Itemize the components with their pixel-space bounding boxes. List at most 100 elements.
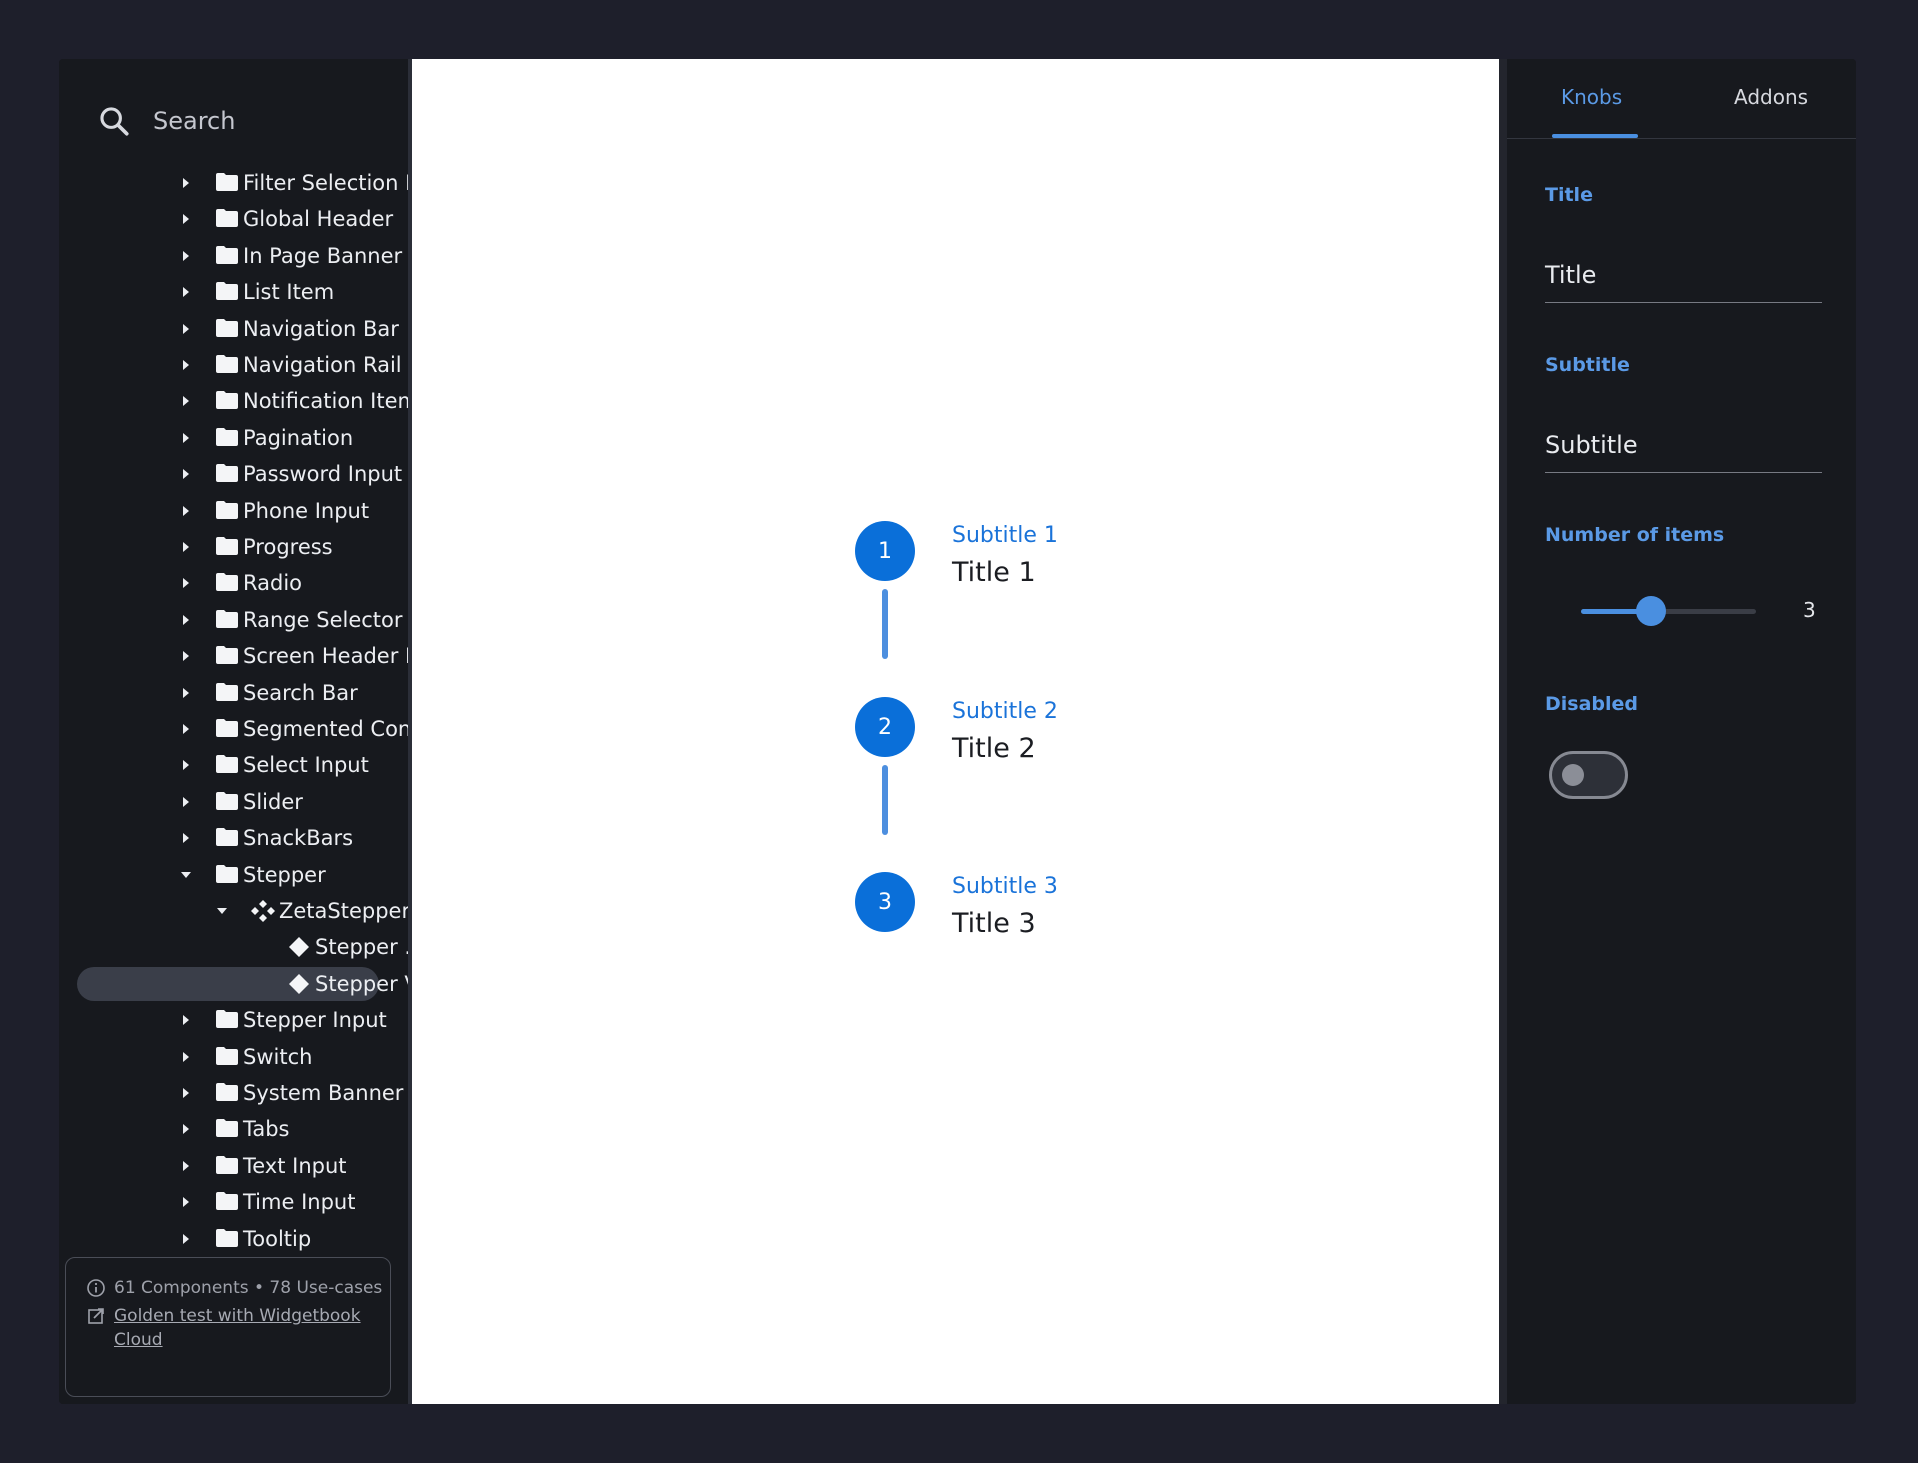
use-case-icon xyxy=(287,973,311,1000)
tree-item[interactable]: Navigation Rail xyxy=(59,347,408,383)
caret-right-icon[interactable] xyxy=(179,613,193,627)
caret-right-icon[interactable] xyxy=(179,795,193,809)
subtitle-knob-label: Subtitle xyxy=(1545,354,1630,376)
tree-item-label: Stepper xyxy=(243,862,326,887)
stepper-step: 3 Subtitle 3 Title 3 xyxy=(855,872,1155,939)
tree-item[interactable]: Search Bar xyxy=(59,675,408,711)
caret-right-icon[interactable] xyxy=(179,1050,193,1064)
tree-item[interactable]: Navigation Bar xyxy=(59,311,408,347)
subtitle-knob-input[interactable]: Subtitle xyxy=(1545,417,1822,473)
folder-icon xyxy=(215,682,239,707)
tree-item[interactable]: System Banner xyxy=(59,1075,408,1111)
tree-item[interactable]: Tabs xyxy=(59,1111,408,1147)
disabled-toggle[interactable] xyxy=(1549,751,1628,799)
tree-item[interactable]: In Page Banner xyxy=(59,238,408,274)
tree-item[interactable]: ZetaStepper xyxy=(59,893,408,929)
tree-item-label: Progress xyxy=(243,535,333,559)
step-subtitle: Subtitle 3 xyxy=(952,874,1058,899)
widgetbook-cloud-link[interactable]: Golden test with Widgetbook Cloud xyxy=(114,1304,390,1352)
caret-right-icon[interactable] xyxy=(179,467,193,481)
tree-item-label: Password Input xyxy=(243,462,403,487)
tree-item-label: Segmented Cont... xyxy=(243,717,408,741)
tab-addons[interactable]: Addons xyxy=(1734,85,1808,109)
tree-item[interactable]: Password Input xyxy=(59,456,408,492)
tree-item[interactable]: Stepper Input xyxy=(59,1002,408,1038)
step-subtitle: Subtitle 2 xyxy=(952,699,1058,724)
tree-item-label: Navigation Rail xyxy=(243,353,402,377)
folder-icon xyxy=(215,791,239,816)
toggle-knob xyxy=(1562,764,1584,786)
search-bar[interactable]: Search xyxy=(97,101,377,141)
tree-item[interactable]: Progress xyxy=(59,529,408,565)
caret-right-icon[interactable] xyxy=(179,504,193,518)
caret-right-icon[interactable] xyxy=(179,1122,193,1136)
tree-item[interactable]: Stepper V... xyxy=(59,966,408,1002)
folder-icon xyxy=(215,208,239,233)
tree-item-label: System Banner xyxy=(243,1081,404,1105)
step-number-circle: 1 xyxy=(855,521,915,581)
folder-icon xyxy=(215,718,239,743)
tree-item[interactable]: Stepper ... xyxy=(59,929,408,965)
caret-right-icon[interactable] xyxy=(179,1159,193,1173)
folder-icon xyxy=(215,1191,239,1216)
tree-item[interactable]: Global Header xyxy=(59,201,408,237)
caret-right-icon[interactable] xyxy=(179,431,193,445)
tree-item[interactable]: Stepper xyxy=(59,857,408,893)
external-link-icon xyxy=(88,1308,104,1324)
tree-item-label: Text Input xyxy=(243,1153,347,1178)
folder-icon xyxy=(215,500,239,525)
caret-right-icon[interactable] xyxy=(179,722,193,736)
tree-item-label: SnackBars xyxy=(243,826,354,851)
slider-thumb[interactable] xyxy=(1636,596,1666,626)
caret-right-icon[interactable] xyxy=(179,394,193,408)
caret-right-icon[interactable] xyxy=(179,249,193,263)
caret-right-icon[interactable] xyxy=(179,212,193,226)
tree-item[interactable]: Radio xyxy=(59,565,408,601)
search-input[interactable]: Search xyxy=(153,107,235,135)
tree-item-label: Select Input xyxy=(243,753,369,778)
caret-right-icon[interactable] xyxy=(179,686,193,700)
tree-item[interactable]: Segmented Cont... xyxy=(59,711,408,747)
tree-item[interactable]: Screen Header Bar xyxy=(59,638,408,674)
tree-item[interactable]: List Item xyxy=(59,274,408,310)
folder-icon xyxy=(215,864,239,889)
tree-item-label: Pagination xyxy=(243,425,354,450)
caret-right-icon[interactable] xyxy=(179,758,193,772)
tree-item[interactable]: Notification Item xyxy=(59,383,408,419)
tree-item[interactable]: Time Input xyxy=(59,1184,408,1220)
caret-right-icon[interactable] xyxy=(179,322,193,336)
caret-right-icon[interactable] xyxy=(179,1195,193,1209)
tree-item[interactable]: SnackBars xyxy=(59,820,408,856)
caret-right-icon[interactable] xyxy=(179,176,193,190)
tree-item[interactable]: Text Input xyxy=(59,1148,408,1184)
tree-item[interactable]: Phone Input xyxy=(59,493,408,529)
items-slider[interactable] xyxy=(1581,596,1756,626)
tree-item[interactable]: Filter Selection B... xyxy=(59,167,408,201)
folder-icon xyxy=(215,609,239,634)
caret-right-icon[interactable] xyxy=(179,1013,193,1027)
caret-right-icon[interactable] xyxy=(179,576,193,590)
tree-item[interactable]: Pagination xyxy=(59,420,408,456)
tree-item[interactable]: Select Input xyxy=(59,747,408,783)
caret-right-icon[interactable] xyxy=(179,831,193,845)
tree-item[interactable]: Switch xyxy=(59,1039,408,1075)
caret-right-icon[interactable] xyxy=(179,358,193,372)
caret-down-icon[interactable] xyxy=(215,904,229,918)
caret-right-icon[interactable] xyxy=(179,649,193,663)
folder-icon xyxy=(215,463,239,488)
tree-item-label: List Item xyxy=(243,280,335,305)
caret-down-icon[interactable] xyxy=(179,868,193,882)
title-knob-input[interactable]: Title xyxy=(1545,247,1822,303)
tree-item[interactable]: Range Selector xyxy=(59,602,408,638)
items-knob-label: Number of items xyxy=(1545,524,1725,546)
panel-divider[interactable] xyxy=(1499,59,1507,1404)
caret-right-icon[interactable] xyxy=(179,1086,193,1100)
caret-right-icon[interactable] xyxy=(179,1232,193,1246)
tree-item-label: Navigation Bar xyxy=(243,316,399,341)
tree-item[interactable]: Tooltip xyxy=(59,1221,408,1257)
tree-item[interactable]: Slider xyxy=(59,784,408,820)
caret-right-icon[interactable] xyxy=(179,540,193,554)
folder-icon xyxy=(215,1228,239,1253)
tab-knobs[interactable]: Knobs xyxy=(1561,85,1622,109)
caret-right-icon[interactable] xyxy=(179,285,193,299)
